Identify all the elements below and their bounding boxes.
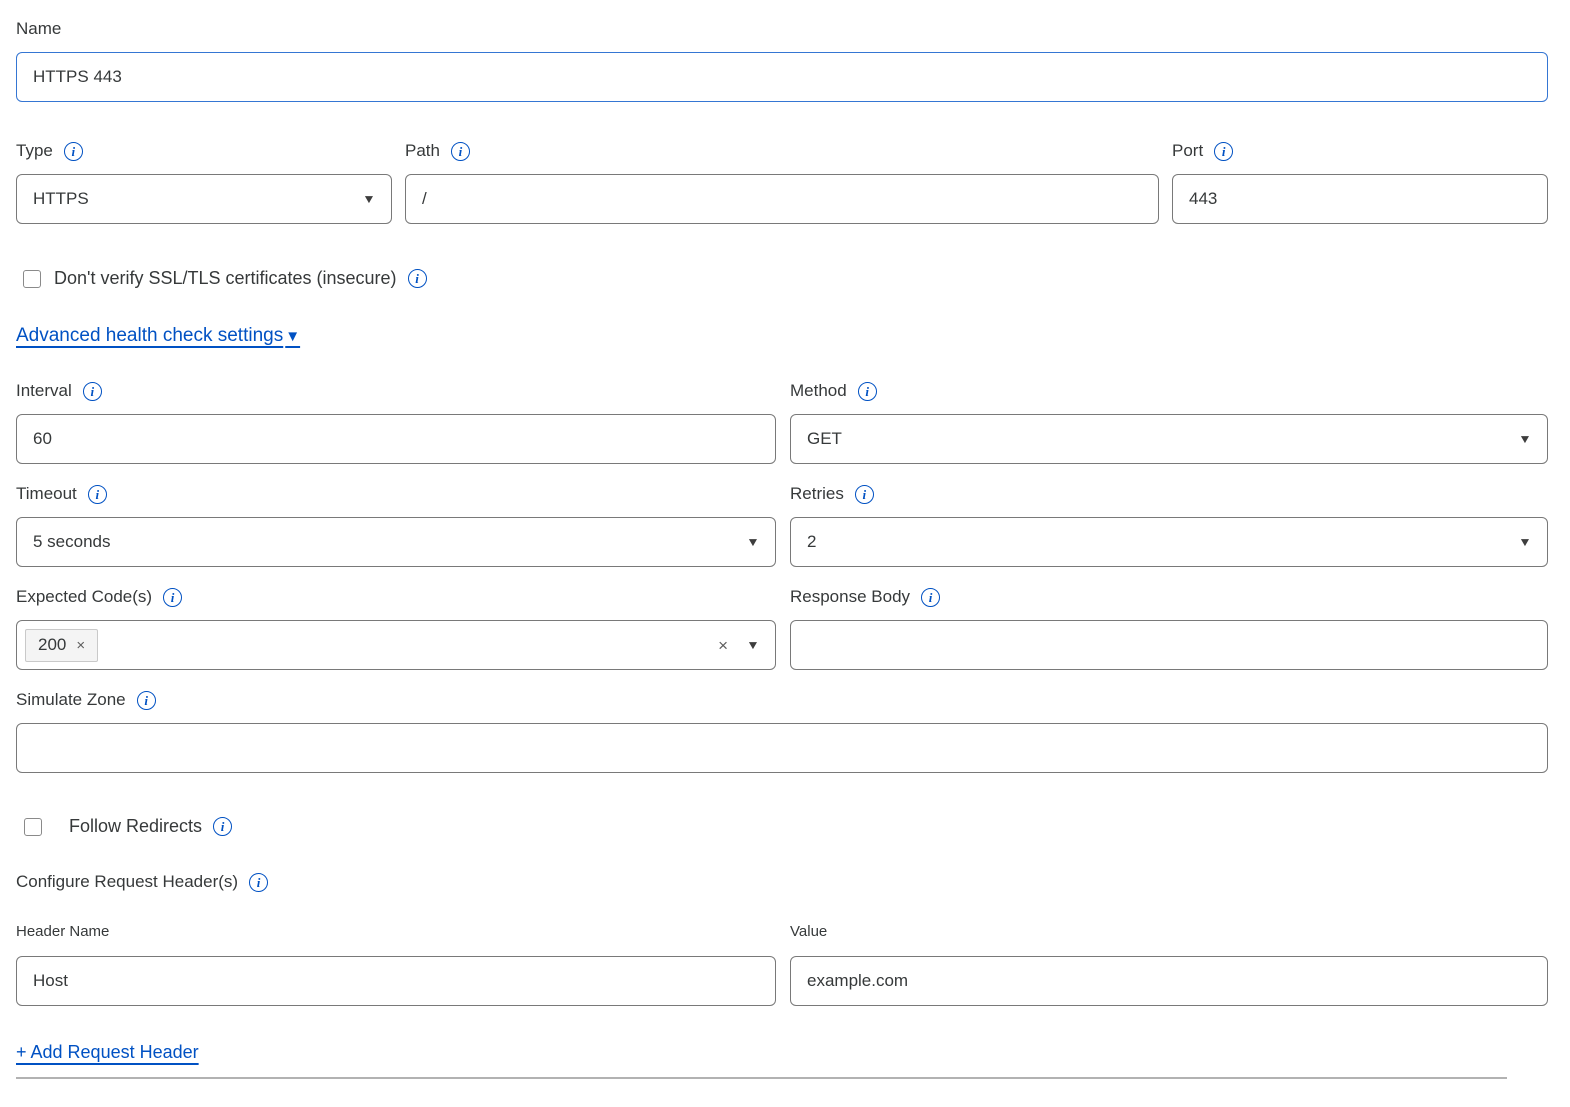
health-check-form: Name Type i HTTPS ▼ Path i Port i [0,0,1570,1079]
method-label: Method [790,380,847,402]
timeout-select[interactable]: 5 seconds ▼ [16,517,776,567]
codes-body-row: Expected Code(s) i 200 × × ▼ Response Bo… [16,586,1548,670]
retries-select-value: 2 [807,532,816,552]
follow-redirects-checkbox[interactable] [24,818,42,836]
type-label: Type [16,140,53,162]
port-info-icon[interactable]: i [1214,142,1233,161]
method-label-row: Method i [790,380,1548,402]
type-label-row: Type i [16,140,392,162]
interval-method-row: Interval i Method i GET ▼ [16,380,1548,464]
tag-remove-icon[interactable]: × [76,637,85,654]
ssl-verify-label: Don't verify SSL/TLS certificates (insec… [54,268,397,289]
expected-codes-info-icon[interactable]: i [163,588,182,607]
request-headers-info-icon[interactable]: i [249,873,268,892]
follow-redirects-row: Follow Redirects i [16,816,1548,837]
chevron-down-icon: ▼ [1518,536,1532,548]
ssl-verify-row: Don't verify SSL/TLS certificates (insec… [16,268,1548,289]
header-value-column-label: Value [790,922,1548,942]
path-label: Path [405,140,440,162]
interval-label-row: Interval i [16,380,776,402]
type-select-value: HTTPS [33,189,89,209]
port-label: Port [1172,140,1203,162]
follow-redirects-label: Follow Redirects [69,816,202,837]
code-tag-value: 200 [38,635,66,655]
timeout-label-row: Timeout i [16,483,776,505]
response-body-input[interactable] [790,620,1548,670]
chevron-down-icon: ▼ [362,193,376,205]
follow-redirects-info-icon[interactable]: i [213,817,232,836]
code-tag: 200 × [25,629,98,662]
retries-info-icon[interactable]: i [855,485,874,504]
path-input[interactable] [405,174,1159,224]
method-select[interactable]: GET ▼ [790,414,1548,464]
request-headers-section-row: Configure Request Header(s) i [16,871,1548,893]
simulate-zone-label-row: Simulate Zone i [16,689,1548,711]
path-info-icon[interactable]: i [451,142,470,161]
request-header-row: Header Name Value [16,922,1548,1006]
timeout-info-icon[interactable]: i [88,485,107,504]
add-request-header-link[interactable]: + Add Request Header [16,1042,199,1063]
retries-select[interactable]: 2 ▼ [790,517,1548,567]
ssl-verify-checkbox[interactable] [23,270,41,288]
request-headers-section-label: Configure Request Header(s) [16,871,238,893]
simulate-zone-row: Simulate Zone i [16,689,1548,773]
section-divider [16,1077,1507,1079]
chevron-down-icon: ▼ [746,536,760,548]
simulate-zone-label: Simulate Zone [16,689,126,711]
timeout-retries-row: Timeout i 5 seconds ▼ Retries i 2 ▼ [16,483,1548,567]
simulate-zone-input[interactable] [16,723,1548,773]
response-body-label: Response Body [790,586,910,608]
expected-codes-label-row: Expected Code(s) i [16,586,776,608]
header-name-column-label: Header Name [16,922,776,942]
timeout-label: Timeout [16,483,77,505]
type-select[interactable]: HTTPS ▼ [16,174,392,224]
type-info-icon[interactable]: i [64,142,83,161]
retries-label: Retries [790,483,844,505]
port-label-row: Port i [1172,140,1548,162]
header-value-input[interactable] [790,956,1548,1006]
header-name-input[interactable] [16,956,776,1006]
response-body-label-row: Response Body i [790,586,1548,608]
interval-info-icon[interactable]: i [83,382,102,401]
expected-codes-multiselect[interactable]: 200 × × ▼ [16,620,776,670]
expected-codes-label: Expected Code(s) [16,586,152,608]
method-select-value: GET [807,429,842,449]
caret-down-icon: ▼ [285,328,300,345]
ssl-verify-info-icon[interactable]: i [408,269,427,288]
name-label: Name [16,18,1548,40]
clear-all-icon[interactable]: × [718,637,728,654]
timeout-select-value: 5 seconds [33,532,111,552]
type-path-port-row: Type i HTTPS ▼ Path i Port i [16,140,1548,224]
path-label-row: Path i [405,140,1159,162]
name-input[interactable] [16,52,1548,102]
method-info-icon[interactable]: i [858,382,877,401]
advanced-settings-link[interactable]: Advanced health check settings▼ [16,325,300,347]
multiselect-controls: × ▼ [718,637,759,654]
retries-label-row: Retries i [790,483,1548,505]
chevron-down-icon: ▼ [1518,433,1532,445]
interval-input[interactable] [16,414,776,464]
simulate-zone-info-icon[interactable]: i [137,691,156,710]
port-input[interactable] [1172,174,1548,224]
chevron-down-icon[interactable]: ▼ [746,639,760,651]
interval-label: Interval [16,380,72,402]
advanced-settings-link-label: Advanced health check settings [16,325,283,347]
response-body-info-icon[interactable]: i [921,588,940,607]
